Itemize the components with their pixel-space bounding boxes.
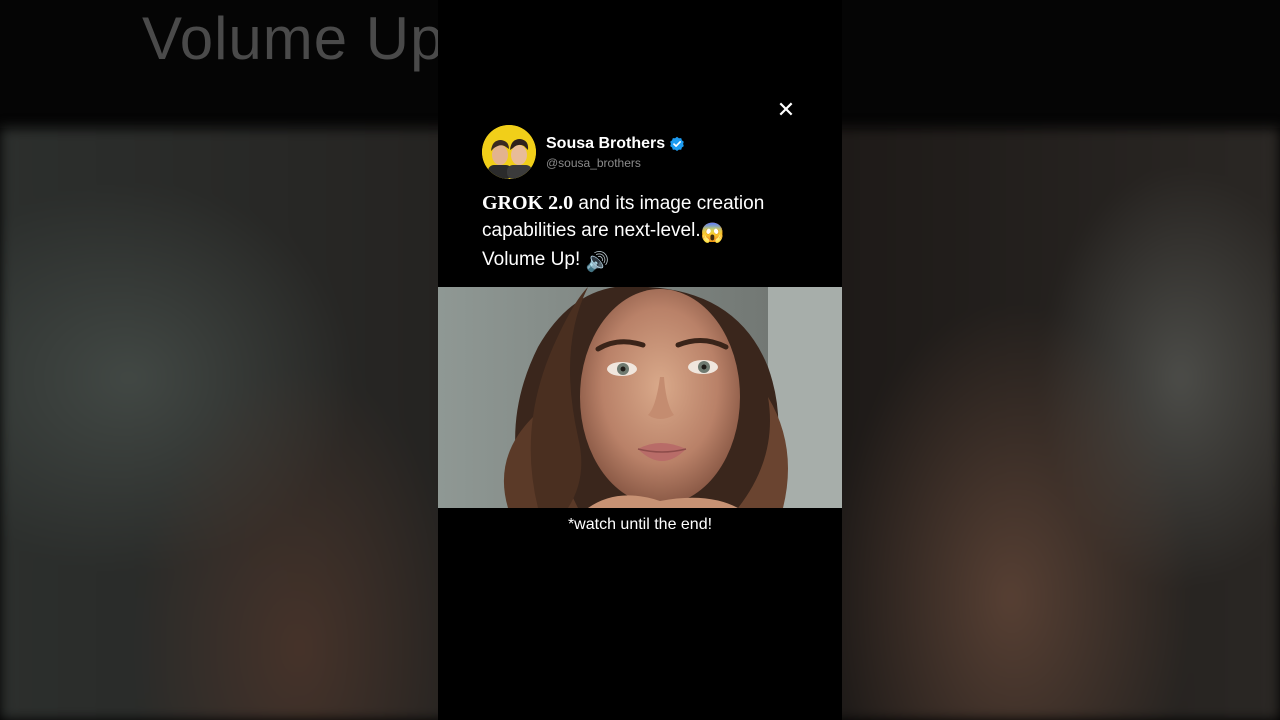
tweet-body: GROK 2.0 and its image creation capabili… — [482, 190, 822, 277]
author-name-row: Sousa Brothers — [546, 135, 685, 153]
tweet-text-line-2: Volume Up! — [482, 249, 586, 270]
video-frame: Volume Up ✕ Sousa Brothers @sousa_brothe… — [0, 0, 1280, 720]
speaker-emoji-icon: 🔊 — [585, 252, 610, 273]
verified-badge-icon — [669, 136, 685, 152]
tweet-card: ✕ Sousa Brothers @sousa_brothers GROK 2.… — [438, 0, 842, 720]
video-caption: *watch until the end! — [567, 516, 713, 533]
portrait-image — [438, 287, 842, 508]
author-handle[interactable]: @sousa_brothers — [546, 156, 685, 170]
avatar[interactable] — [482, 125, 536, 179]
author-info: Sousa Brothers @sousa_brothers — [546, 135, 685, 170]
tweet-image[interactable] — [438, 287, 842, 508]
screaming-face-emoji-icon: 😱 — [700, 222, 725, 244]
close-icon[interactable]: ✕ — [774, 98, 798, 122]
background-overlay-text: Volume Up — [142, 5, 445, 72]
author-name[interactable]: Sousa Brothers — [546, 135, 665, 153]
tweet-brand-text: GROK 2.0 — [482, 192, 574, 214]
tweet-header: Sousa Brothers @sousa_brothers — [482, 125, 685, 179]
